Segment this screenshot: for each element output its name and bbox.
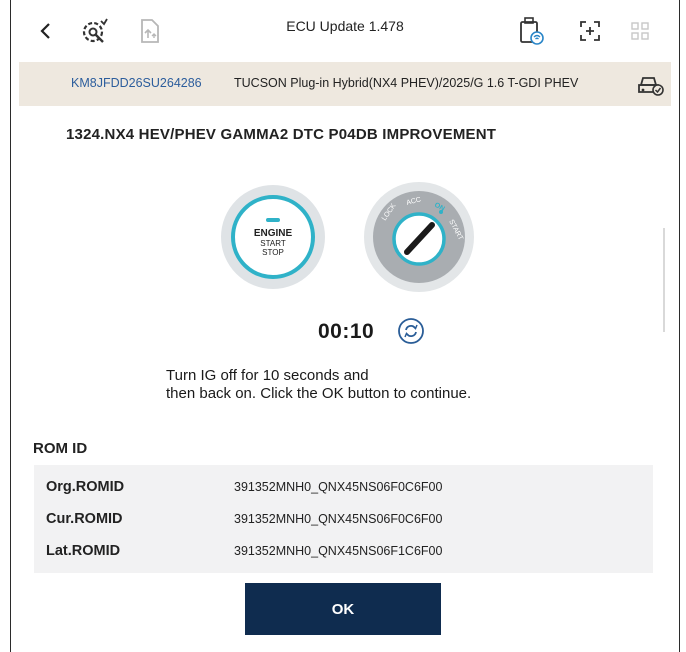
table-row: Lat.ROMID 391352MNH0_QNX45NS06F1C6F00: [34, 535, 653, 567]
instruction-line-2: then back on. Click the OK button to con…: [166, 385, 472, 402]
stop-label: STOP: [262, 247, 284, 257]
org-romid-label: Org.ROMID: [46, 479, 125, 495]
grid-icon: [625, 16, 655, 46]
procedure-heading: 1324.NX4 HEV/PHEV GAMMA2 DTC P04DB IMPRO…: [66, 126, 497, 143]
table-row: Cur.ROMID 391352MNH0_QNX45NS06F0C6F00: [34, 503, 653, 535]
app-frame: ECU Update 1.478 KM8JFDD26SU264286 TUCSO…: [10, 0, 680, 652]
ok-button[interactable]: OK: [245, 583, 441, 635]
vin-text: KM8JFDD26SU264286: [71, 76, 202, 90]
rom-id-table: Org.ROMID 391352MNH0_QNX45NS06F0C6F00 Cu…: [34, 465, 653, 573]
engine-label: ENGINE: [253, 227, 293, 239]
org-romid-value: 391352MNH0_QNX45NS06F0C6F00: [234, 480, 443, 494]
table-row: Org.ROMID 391352MNH0_QNX45NS06F0C6F00: [34, 471, 653, 503]
lat-romid-label: Lat.ROMID: [46, 543, 121, 559]
scrollbar[interactable]: [663, 228, 665, 332]
cur-romid-value: 391352MNH0_QNX45NS06F0C6F00: [234, 512, 443, 526]
vehicle-model-text: TUCSON Plug-in Hybrid(NX4 PHEV)/2025/G 1…: [234, 76, 579, 90]
lat-romid-value: 391352MNH0_QNX45NS06F1C6F00: [234, 544, 443, 558]
expand-icon[interactable]: [575, 16, 605, 46]
cur-romid-label: Cur.ROMID: [46, 511, 123, 527]
instruction-line-1: Turn IG off for 10 seconds and: [166, 367, 369, 384]
instruction-text: Turn IG off for 10 seconds and then back…: [166, 367, 471, 403]
connection-icon[interactable]: [516, 16, 546, 46]
countdown-timer: 00:10: [318, 320, 375, 343]
vehicle-info-bar: KM8JFDD26SU264286 TUCSON Plug-in Hybrid(…: [19, 62, 671, 106]
top-bar: ECU Update 1.478: [11, 0, 679, 62]
engine-start-stop-illustration: ENGINE START STOP: [221, 185, 325, 289]
rom-id-heading: ROM ID: [33, 440, 88, 457]
refresh-icon[interactable]: [398, 318, 424, 344]
ignition-key-illustration: LOCK ACC ON START: [364, 182, 474, 292]
start-label: START: [260, 238, 286, 248]
vehicle-check-icon[interactable]: [637, 71, 665, 97]
engine-indicator: [266, 217, 280, 222]
